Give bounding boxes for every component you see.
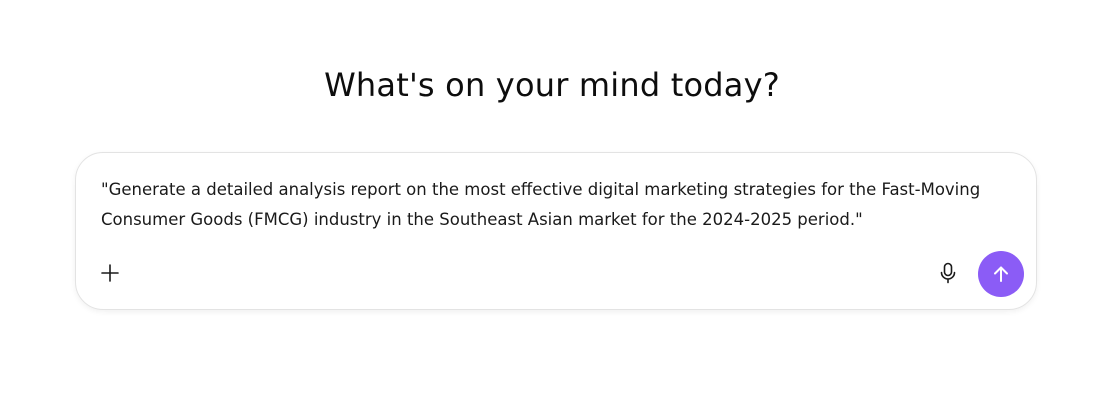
arrow-up-icon bbox=[994, 266, 1008, 282]
add-attachment-button[interactable] bbox=[96, 259, 124, 287]
prompt-input[interactable]: "Generate a detailed analysis report on … bbox=[101, 175, 1001, 235]
chat-home: What's on your mind today? "Generate a d… bbox=[0, 0, 1104, 402]
plus-icon bbox=[101, 264, 119, 282]
voice-input-button[interactable] bbox=[934, 259, 962, 287]
page-title: What's on your mind today? bbox=[324, 66, 780, 104]
prompt-composer[interactable]: "Generate a detailed analysis report on … bbox=[75, 152, 1037, 310]
microphone-icon bbox=[940, 262, 956, 284]
send-button[interactable] bbox=[978, 251, 1024, 297]
